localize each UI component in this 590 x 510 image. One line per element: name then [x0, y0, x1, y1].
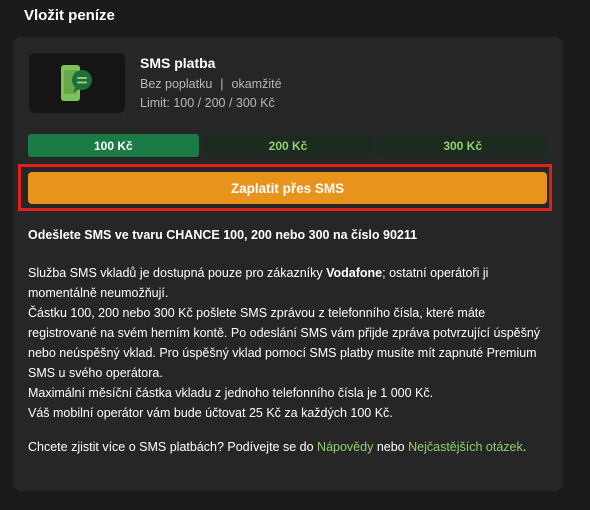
more-info-mid: nebo [373, 440, 409, 454]
more-info-text: Chcete zjistit více o SMS platbách? Podí… [28, 437, 553, 457]
method-meta: Bez poplatku | okamžité [140, 77, 282, 91]
amount-selector: 100 Kč 200 Kč 300 Kč [28, 134, 549, 157]
info-text: Služba SMS vkladů je dostupná pouze pro … [28, 266, 327, 280]
method-speed: okamžité [231, 77, 282, 91]
faq-link[interactable]: Nejčastějších otázek [408, 440, 523, 454]
amount-option-200[interactable]: 200 Kč [202, 134, 374, 157]
method-title: SMS platba [140, 55, 216, 71]
sms-phone-icon [61, 65, 92, 101]
more-info-prefix: Chcete zjistit více o SMS platbách? Podí… [28, 440, 318, 454]
info-paragraph-availability: Služba SMS vkladů je dostupná pouze pro … [28, 263, 553, 303]
amount-option-100[interactable]: 100 Kč [28, 134, 199, 157]
sms-payment-panel: SMS platba Bez poplatku | okamžité Limit: … [13, 37, 563, 491]
help-link[interactable]: Nápovědy [317, 440, 373, 454]
pay-via-sms-button[interactable]: Zaplatit přes SMS [28, 172, 547, 204]
sms-instruction: Odešlete SMS ve tvaru CHANCE 100, 200 ne… [28, 228, 418, 242]
info-paragraph-charges: Váš mobilní operátor vám bude účtovat 25… [28, 406, 393, 420]
more-info-suffix: . [522, 440, 527, 454]
page-title: Vložit peníze [24, 7, 115, 24]
info-paragraph-instructions: Částku 100, 200 nebo 300 Kč pošlete SMS … [28, 306, 541, 380]
method-fee: Bez poplatku [140, 77, 213, 91]
meta-separator: | [220, 77, 224, 91]
sms-method-logo [29, 53, 125, 113]
amount-option-300[interactable]: 300 Kč [377, 134, 549, 157]
sms-info-text: Služba SMS vkladů je dostupná pouze pro … [28, 263, 553, 423]
operator-name: Vodafone [326, 266, 383, 280]
method-limit: Limit: 100 / 200 / 300 Kč [140, 96, 275, 110]
info-paragraph-max-amount: Maximální měsíční částka vkladu z jednoh… [28, 386, 434, 400]
